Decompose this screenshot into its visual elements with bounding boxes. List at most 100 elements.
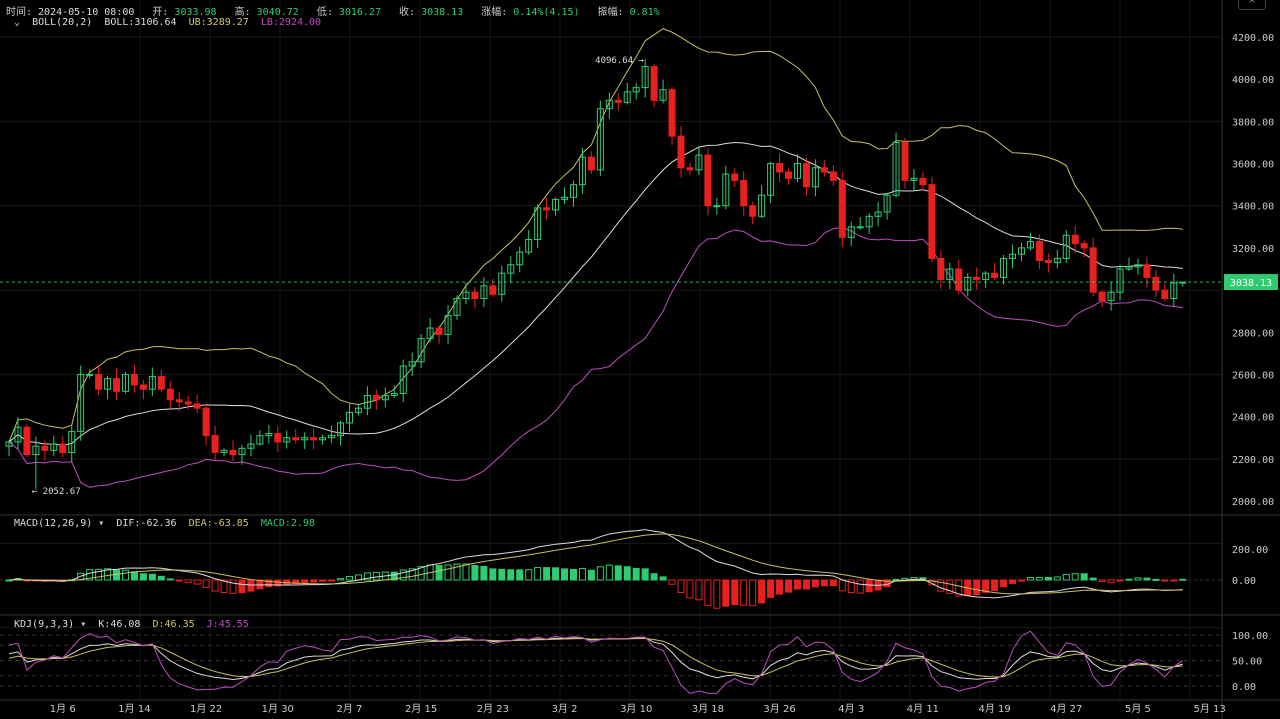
candle-body <box>211 435 219 453</box>
macd-histogram-bar <box>121 569 129 581</box>
candle-down <box>59 436 67 457</box>
candle-down <box>955 259 963 295</box>
kdj-legend[interactable]: KDJ(9,3,3) ▾ K:46.08 D:46.35 J:45.55 <box>14 619 255 630</box>
candle-up <box>946 262 954 289</box>
macd-histogram-bar <box>623 566 631 581</box>
candle-up <box>50 435 58 457</box>
candle-body <box>731 173 739 181</box>
candlestick-chart[interactable]: 4096.64 → ← 2052.67 3038.13 4200.00 4000.00 3… <box>0 0 1280 719</box>
candle-body <box>292 437 300 441</box>
candle-body <box>86 373 94 376</box>
candle-up <box>507 256 515 284</box>
candle-up <box>722 165 730 210</box>
macd-histogram-bar <box>793 579 801 590</box>
x-tick-label: 4月 19 <box>978 703 1010 715</box>
candle-up <box>516 246 524 273</box>
macd-histogram-bar <box>139 573 147 581</box>
candle-body <box>668 89 676 137</box>
candle-down <box>543 197 551 220</box>
macd-histogram-bar <box>157 575 165 581</box>
candle-body <box>776 163 784 173</box>
candle-body <box>202 407 210 437</box>
candle-up <box>793 154 801 182</box>
candle-down <box>23 423 31 458</box>
macd-histogram-bar <box>596 566 604 581</box>
candle-up <box>856 217 864 230</box>
candle-up <box>256 430 264 446</box>
candle-down <box>157 369 165 393</box>
candle-body <box>175 399 183 403</box>
candle-up <box>363 386 371 416</box>
candle-body <box>829 171 837 181</box>
macd-histogram-bar <box>301 579 309 584</box>
macd-histogram-bar <box>1098 579 1106 583</box>
collapse-chevron-icon[interactable]: ⌄ <box>14 17 20 28</box>
candle-up <box>578 147 586 194</box>
candle-up <box>892 132 900 198</box>
candle-down <box>113 368 121 400</box>
macd-legend[interactable]: MACD(12,26,9) ▾ DIF:-62.36 DEA:-63.85 MAC… <box>14 518 321 529</box>
macd-histogram-bar <box>740 579 748 606</box>
candle-body <box>991 272 999 278</box>
dropdown-caret-icon[interactable]: ▾ <box>80 619 86 630</box>
candle-body <box>310 437 318 441</box>
candle-down <box>587 151 595 174</box>
kdj-name[interactable]: KDJ(9,3,3) <box>14 619 74 630</box>
macd-histogram-bar <box>695 579 703 601</box>
x-tick-label: 5月 5 <box>1125 703 1151 715</box>
boll-ub: UB:3289.27 <box>188 17 249 28</box>
candle-up <box>68 424 76 462</box>
macd-histogram-bar <box>605 564 613 581</box>
candle-body <box>130 373 138 386</box>
candle-up <box>381 387 389 408</box>
candle-down <box>139 380 147 400</box>
candle-body <box>740 179 748 207</box>
macd-histogram-bar <box>686 579 694 599</box>
candle-up <box>982 271 990 289</box>
candle-up <box>77 365 85 441</box>
kdj-tick-label: 0.00 <box>1232 682 1256 693</box>
candle-body <box>95 373 103 390</box>
macd-histogram-bar <box>328 579 336 582</box>
macd-histogram-bar <box>1044 576 1052 581</box>
macd-histogram-bar <box>1107 579 1115 584</box>
candle-up <box>910 169 918 191</box>
macd-histogram-bar <box>561 568 569 581</box>
y-tick-label: 3800.00 <box>1232 117 1274 128</box>
amplitude-label: 振幅: <box>597 7 624 18</box>
close-value: 3038.13 <box>421 7 464 18</box>
dropdown-caret-icon[interactable]: ▾ <box>98 518 104 529</box>
y-tick-label: 2800.00 <box>1232 328 1274 339</box>
close-label: 收: <box>399 7 416 18</box>
macd-name[interactable]: MACD(12,26,9) <box>14 518 92 529</box>
macd-histogram-bar <box>991 579 999 591</box>
macd-histogram-bar <box>1026 577 1034 581</box>
boll-legend[interactable]: ⌄ BOLL(20,2) BOLL:3106.64 UB:3289.27 LB:… <box>14 17 327 28</box>
candle-up <box>964 273 972 296</box>
macd-histogram-bar <box>668 579 676 585</box>
candle-body <box>543 207 551 211</box>
collapse-up-button[interactable]: ^ <box>1238 0 1266 10</box>
kdj-k: K:46.08 <box>98 619 141 630</box>
candle-body <box>901 141 909 181</box>
candle-up <box>247 434 255 457</box>
candle-up <box>426 318 434 343</box>
macd-histogram-bar <box>1062 573 1070 581</box>
candle-body <box>489 285 497 295</box>
macd-tick-label: 200.00 <box>1232 545 1268 556</box>
macd-histogram-bar <box>1009 579 1017 584</box>
candle-up <box>811 159 819 197</box>
candle-body <box>139 384 147 390</box>
candle-down <box>785 168 793 185</box>
macd-histogram-bar <box>1179 578 1187 581</box>
candle-up <box>1134 258 1142 275</box>
macd-histogram-bar <box>399 569 407 581</box>
candle-up <box>1116 264 1124 301</box>
macd-histogram-bar <box>731 579 739 606</box>
candle-up <box>758 185 766 219</box>
macd-histogram-bar <box>480 565 488 581</box>
chevron-up-icon[interactable]: ^ <box>1249 0 1254 9</box>
candle-up <box>1026 232 1034 251</box>
candle-body <box>937 257 945 281</box>
macd-histogram-bar <box>247 579 255 592</box>
